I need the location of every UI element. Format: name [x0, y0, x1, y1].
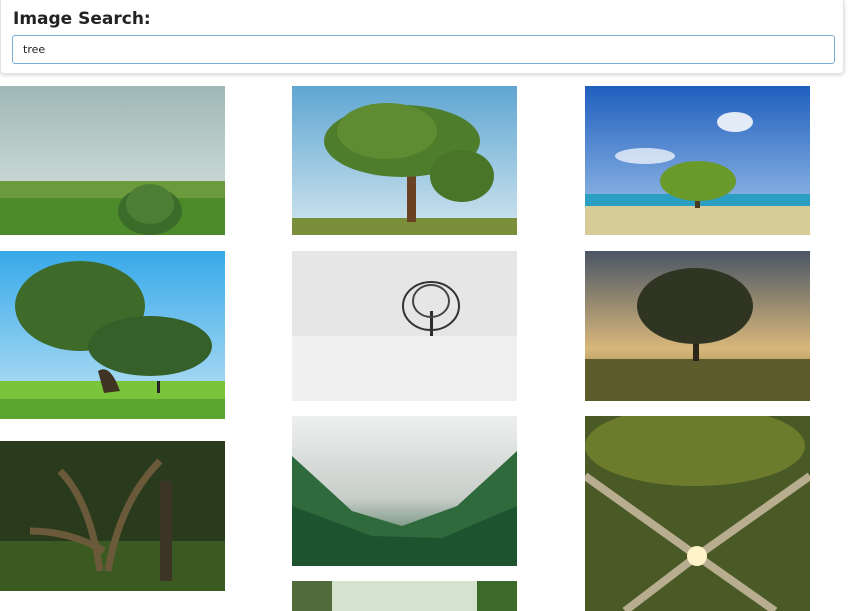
search-input[interactable]: [12, 35, 835, 64]
result-image-tree-meadow[interactable]: [0, 86, 225, 235]
result-image-misty-forest-valley[interactable]: [292, 416, 517, 566]
search-heading: Image Search:: [13, 9, 151, 29]
result-image-tree-sunrise-mist[interactable]: [585, 251, 810, 401]
result-image-wide-tree-hill[interactable]: [0, 251, 225, 419]
result-image-forest-banyan[interactable]: [0, 441, 225, 591]
result-image-forest-canopy-partial[interactable]: [292, 581, 517, 611]
result-image-tree-canopy-from-below[interactable]: [585, 416, 810, 611]
result-image-bare-tree-snow[interactable]: [292, 251, 517, 401]
search-panel: Image Search:: [0, 0, 844, 74]
result-image-tree-beach[interactable]: [585, 86, 810, 235]
result-image-umbrella-tree-sky[interactable]: [292, 86, 517, 235]
